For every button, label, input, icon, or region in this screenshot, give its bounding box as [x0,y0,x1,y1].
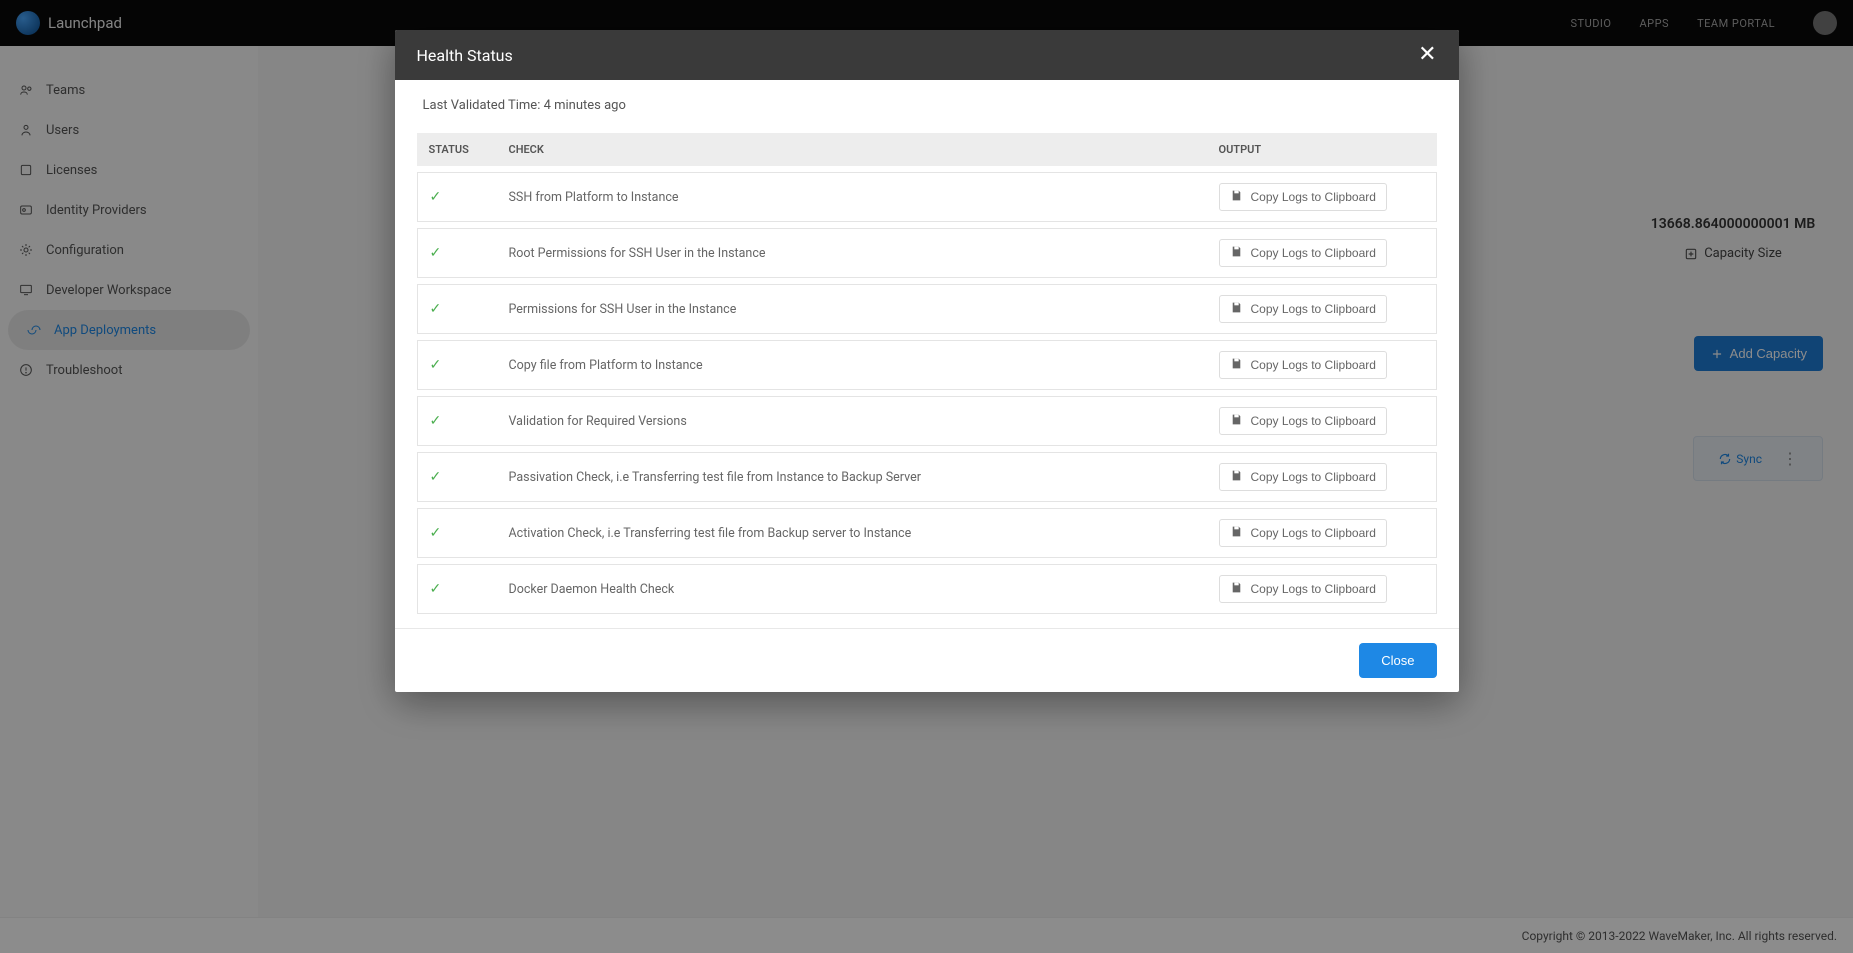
check-description: SSH from Platform to Instance [497,172,1207,222]
check-icon: ✓ [430,581,442,597]
last-validated-time: Last Validated Time: 4 minutes ago [417,98,1437,113]
modal-overlay[interactable]: Health Status ✕ Last Validated Time: 4 m… [0,0,1853,953]
save-icon [1230,357,1243,373]
check-icon: ✓ [430,413,442,429]
copy-logs-button[interactable]: Copy Logs to Clipboard [1219,575,1387,603]
save-icon [1230,245,1243,261]
table-row: ✓ Docker Daemon Health Check Copy Logs to … [417,564,1437,614]
copy-logs-label: Copy Logs to Clipboard [1251,414,1376,428]
check-description: Root Permissions for SSH User in the Ins… [497,228,1207,278]
check-description: Validation for Required Versions [497,396,1207,446]
copy-logs-button[interactable]: Copy Logs to Clipboard [1219,183,1387,211]
save-icon [1230,525,1243,541]
copy-logs-button[interactable]: Copy Logs to Clipboard [1219,239,1387,267]
table-row: ✓ Root Permissions for SSH User in the In… [417,228,1437,278]
table-row: ✓ Permissions for SSH User in the Instanc… [417,284,1437,334]
copy-logs-label: Copy Logs to Clipboard [1251,190,1376,204]
check-icon: ✓ [430,301,442,317]
check-description: Copy file from Platform to Instance [497,340,1207,390]
check-icon: ✓ [430,469,442,485]
health-status-modal: Health Status ✕ Last Validated Time: 4 m… [395,30,1459,692]
table-row: ✓ SSH from Platform to Instance Copy Logs … [417,172,1437,222]
check-icon: ✓ [430,357,442,373]
save-icon [1230,469,1243,485]
table-row: ✓ Copy file from Platform to Instance Copy… [417,340,1437,390]
check-icon: ✓ [430,189,442,205]
col-output: OUTPUT [1207,133,1437,166]
copy-logs-label: Copy Logs to Clipboard [1251,246,1376,260]
check-icon: ✓ [430,245,442,261]
copy-logs-label: Copy Logs to Clipboard [1251,526,1376,540]
save-icon [1230,413,1243,429]
col-check: CHECK [497,133,1207,166]
modal-header: Health Status ✕ [395,30,1459,80]
copy-logs-label: Copy Logs to Clipboard [1251,302,1376,316]
save-icon [1230,301,1243,317]
copy-logs-label: Copy Logs to Clipboard [1251,358,1376,372]
modal-body: Last Validated Time: 4 minutes ago STATU… [395,80,1459,628]
check-description: Permissions for SSH User in the Instance [497,284,1207,334]
modal-footer: Close [395,628,1459,692]
save-icon [1230,581,1243,597]
table-row: ✓ Activation Check, i.e Transferring test… [417,508,1437,558]
table-row: ✓ Passivation Check, i.e Transferring tes… [417,452,1437,502]
copy-logs-label: Copy Logs to Clipboard [1251,470,1376,484]
health-status-table: STATUS CHECK OUTPUT ✓ SSH from Platform t… [417,127,1437,620]
check-description: Passivation Check, i.e Transferring test… [497,452,1207,502]
copy-logs-button[interactable]: Copy Logs to Clipboard [1219,351,1387,379]
close-button[interactable]: Close [1359,643,1436,678]
copy-logs-label: Copy Logs to Clipboard [1251,582,1376,596]
copy-logs-button[interactable]: Copy Logs to Clipboard [1219,463,1387,491]
copy-logs-button[interactable]: Copy Logs to Clipboard [1219,407,1387,435]
table-header: STATUS CHECK OUTPUT [417,133,1437,166]
modal-title: Health Status [417,46,513,65]
copy-logs-button[interactable]: Copy Logs to Clipboard [1219,295,1387,323]
save-icon [1230,189,1243,205]
check-description: Activation Check, i.e Transferring test … [497,508,1207,558]
copy-logs-button[interactable]: Copy Logs to Clipboard [1219,519,1387,547]
close-icon[interactable]: ✕ [1418,44,1436,66]
check-description: Docker Daemon Health Check [497,564,1207,614]
check-icon: ✓ [430,525,442,541]
col-status: STATUS [417,133,497,166]
table-row: ✓ Validation for Required Versions Copy Lo… [417,396,1437,446]
